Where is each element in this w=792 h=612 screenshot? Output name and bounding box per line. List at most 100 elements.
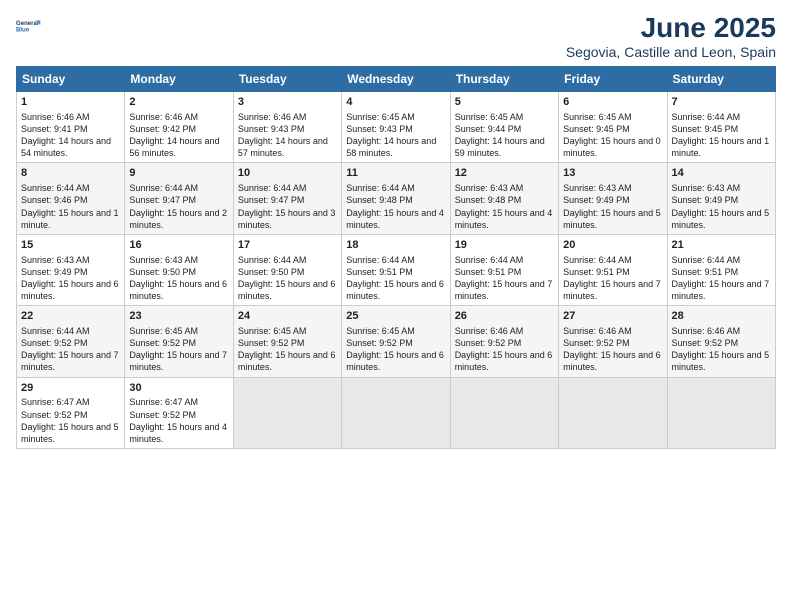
- day-number: 26: [455, 309, 554, 324]
- table-row: 6Sunrise: 6:45 AMSunset: 9:45 PMDaylight…: [559, 92, 667, 163]
- table-row: 15Sunrise: 6:43 AMSunset: 9:49 PMDayligh…: [17, 234, 125, 305]
- sunset-text: Sunset: 9:48 PM: [455, 195, 522, 205]
- header: GeneralBlue June 2025 Segovia, Castille …: [16, 12, 776, 60]
- day-number: 12: [455, 166, 554, 181]
- table-row: 4Sunrise: 6:45 AMSunset: 9:43 PMDaylight…: [342, 92, 450, 163]
- day-number: 21: [672, 238, 771, 253]
- sunset-text: Sunset: 9:52 PM: [238, 338, 305, 348]
- daylight-label: Daylight: 15 hours and 6 minutes.: [346, 279, 444, 301]
- day-number: 24: [238, 309, 337, 324]
- sunrise-text: Sunrise: 6:44 AM: [21, 183, 90, 193]
- sunrise-text: Sunrise: 6:46 AM: [21, 112, 90, 122]
- table-row: 19Sunrise: 6:44 AMSunset: 9:51 PMDayligh…: [450, 234, 558, 305]
- sunrise-text: Sunrise: 6:44 AM: [238, 255, 307, 265]
- daylight-label: Daylight: 15 hours and 5 minutes.: [672, 350, 770, 372]
- day-number: 17: [238, 238, 337, 253]
- daylight-label: Daylight: 15 hours and 6 minutes.: [563, 350, 661, 372]
- sunset-text: Sunset: 9:41 PM: [21, 124, 88, 134]
- daylight-label: Daylight: 14 hours and 57 minutes.: [238, 136, 328, 158]
- table-row: 8Sunrise: 6:44 AMSunset: 9:46 PMDaylight…: [17, 163, 125, 234]
- table-row: 5 Sunrise: 6:45 AM Sunset: 9:44 PM Daylight…: [450, 92, 558, 163]
- day-number: 20: [563, 238, 662, 253]
- day-number: 29: [21, 381, 120, 396]
- sunrise-text: Sunrise: 6:44 AM: [672, 255, 741, 265]
- day-number: 4: [346, 95, 445, 110]
- sunset-text: Sunset: 9:52 PM: [346, 338, 413, 348]
- daylight-label: Daylight: 15 hours and 6 minutes.: [129, 279, 227, 301]
- daylight-label: Daylight: 15 hours and 4 minutes.: [455, 208, 553, 230]
- daylight-label: Daylight: 15 hours and 6 minutes.: [238, 350, 336, 372]
- daylight-label: Daylight: 14 hours and 56 minutes.: [129, 136, 219, 158]
- table-row: 16Sunrise: 6:43 AMSunset: 9:50 PMDayligh…: [125, 234, 233, 305]
- day-number: 13: [563, 166, 662, 181]
- day-number: 18: [346, 238, 445, 253]
- col-friday: Friday: [559, 67, 667, 92]
- day-number: 6: [563, 95, 662, 110]
- sunrise-text: Sunrise: 6:43 AM: [672, 183, 741, 193]
- day-number: 10: [238, 166, 337, 181]
- sunrise-text: Sunrise: 6:45 AM: [455, 112, 524, 122]
- day-number: 11: [346, 166, 445, 181]
- sunrise-text: Sunrise: 6:43 AM: [129, 255, 198, 265]
- table-row: 22Sunrise: 6:44 AMSunset: 9:52 PMDayligh…: [17, 306, 125, 377]
- col-monday: Monday: [125, 67, 233, 92]
- col-wednesday: Wednesday: [342, 67, 450, 92]
- sunset-text: Sunset: 9:50 PM: [129, 267, 196, 277]
- sunrise-text: Sunrise: 6:46 AM: [129, 112, 198, 122]
- day-number: 3: [238, 95, 337, 110]
- sunrise-text: Sunrise: 6:46 AM: [238, 112, 307, 122]
- day-number: 19: [455, 238, 554, 253]
- sunset-text: Sunset: 9:44 PM: [455, 124, 522, 134]
- table-row: 24 Sunrise: 6:45 AM Sunset: 9:52 PM Dayligh…: [233, 306, 341, 377]
- table-row: 3Sunrise: 6:46 AMSunset: 9:43 PMDaylight…: [233, 92, 341, 163]
- sunset-text: Sunset: 9:52 PM: [21, 338, 88, 348]
- sunset-text: Sunset: 9:47 PM: [129, 195, 196, 205]
- sunrise-text: Sunrise: 6:44 AM: [672, 112, 741, 122]
- sunrise-text: Sunrise: 6:44 AM: [346, 255, 415, 265]
- sunset-text: Sunset: 9:50 PM: [238, 267, 305, 277]
- table-row: 1Sunrise: 6:46 AMSunset: 9:41 PMDaylight…: [17, 92, 125, 163]
- sunset-text: Sunset: 9:52 PM: [21, 410, 88, 420]
- sunset-text: Sunset: 9:51 PM: [672, 267, 739, 277]
- svg-text:Blue: Blue: [16, 28, 30, 34]
- sunrise-text: Sunrise: 6:46 AM: [455, 326, 524, 336]
- table-row: 20Sunrise: 6:44 AMSunset: 9:51 PMDayligh…: [559, 234, 667, 305]
- day-number: 5: [455, 95, 554, 110]
- daylight-label: Daylight: 15 hours and 7 minutes.: [129, 350, 227, 372]
- svg-text:General: General: [16, 21, 39, 27]
- sunset-text: Sunset: 9:45 PM: [672, 124, 739, 134]
- sunset-text: Sunset: 9:52 PM: [129, 338, 196, 348]
- daylight-label: Daylight: 15 hours and 5 minutes.: [21, 422, 119, 444]
- daylight-label: Daylight: 14 hours and 54 minutes.: [21, 136, 111, 158]
- table-row: 12Sunrise: 6:43 AMSunset: 9:48 PMDayligh…: [450, 163, 558, 234]
- daylight-label: Daylight: 15 hours and 4 minutes.: [346, 208, 444, 230]
- sunset-text: Sunset: 9:51 PM: [346, 267, 413, 277]
- table-row: 26Sunrise: 6:46 AMSunset: 9:52 PMDayligh…: [450, 306, 558, 377]
- day-number: 25: [346, 309, 445, 324]
- day-number: 7: [672, 95, 771, 110]
- page: GeneralBlue June 2025 Segovia, Castille …: [0, 0, 792, 612]
- daylight-label: Daylight: 15 hours and 5 minutes.: [672, 208, 770, 230]
- calendar-table: Sunday Monday Tuesday Wednesday Thursday…: [16, 66, 776, 449]
- daylight-label: Daylight: 14 hours and 59 minutes.: [455, 136, 545, 158]
- sunrise-text: Sunrise: 6:44 AM: [238, 183, 307, 193]
- day-number: 27: [563, 309, 662, 324]
- table-row: 14Sunrise: 6:43 AMSunset: 9:49 PMDayligh…: [667, 163, 775, 234]
- sunset-text: Sunset: 9:51 PM: [563, 267, 630, 277]
- table-row: 29Sunrise: 6:47 AMSunset: 9:52 PMDayligh…: [17, 377, 125, 448]
- sunrise-text: Sunrise: 6:43 AM: [563, 183, 632, 193]
- sunset-text: Sunset: 9:49 PM: [672, 195, 739, 205]
- sunset-text: Sunset: 9:45 PM: [563, 124, 630, 134]
- subtitle: Segovia, Castille and Leon, Spain: [566, 44, 776, 60]
- table-row: 27Sunrise: 6:46 AMSunset: 9:52 PMDayligh…: [559, 306, 667, 377]
- daylight-label: Daylight: 15 hours and 7 minutes.: [21, 350, 119, 372]
- table-row: [450, 377, 558, 448]
- table-row: 2Sunrise: 6:46 AMSunset: 9:42 PMDaylight…: [125, 92, 233, 163]
- table-row: 13Sunrise: 6:43 AMSunset: 9:49 PMDayligh…: [559, 163, 667, 234]
- sunrise-text: Sunrise: 6:45 AM: [238, 326, 307, 336]
- day-number: 28: [672, 309, 771, 324]
- table-row: 23Sunrise: 6:45 AMSunset: 9:52 PMDayligh…: [125, 306, 233, 377]
- table-row: [342, 377, 450, 448]
- daylight-label: Daylight: 15 hours and 4 minutes.: [129, 422, 227, 444]
- sunset-text: Sunset: 9:49 PM: [21, 267, 88, 277]
